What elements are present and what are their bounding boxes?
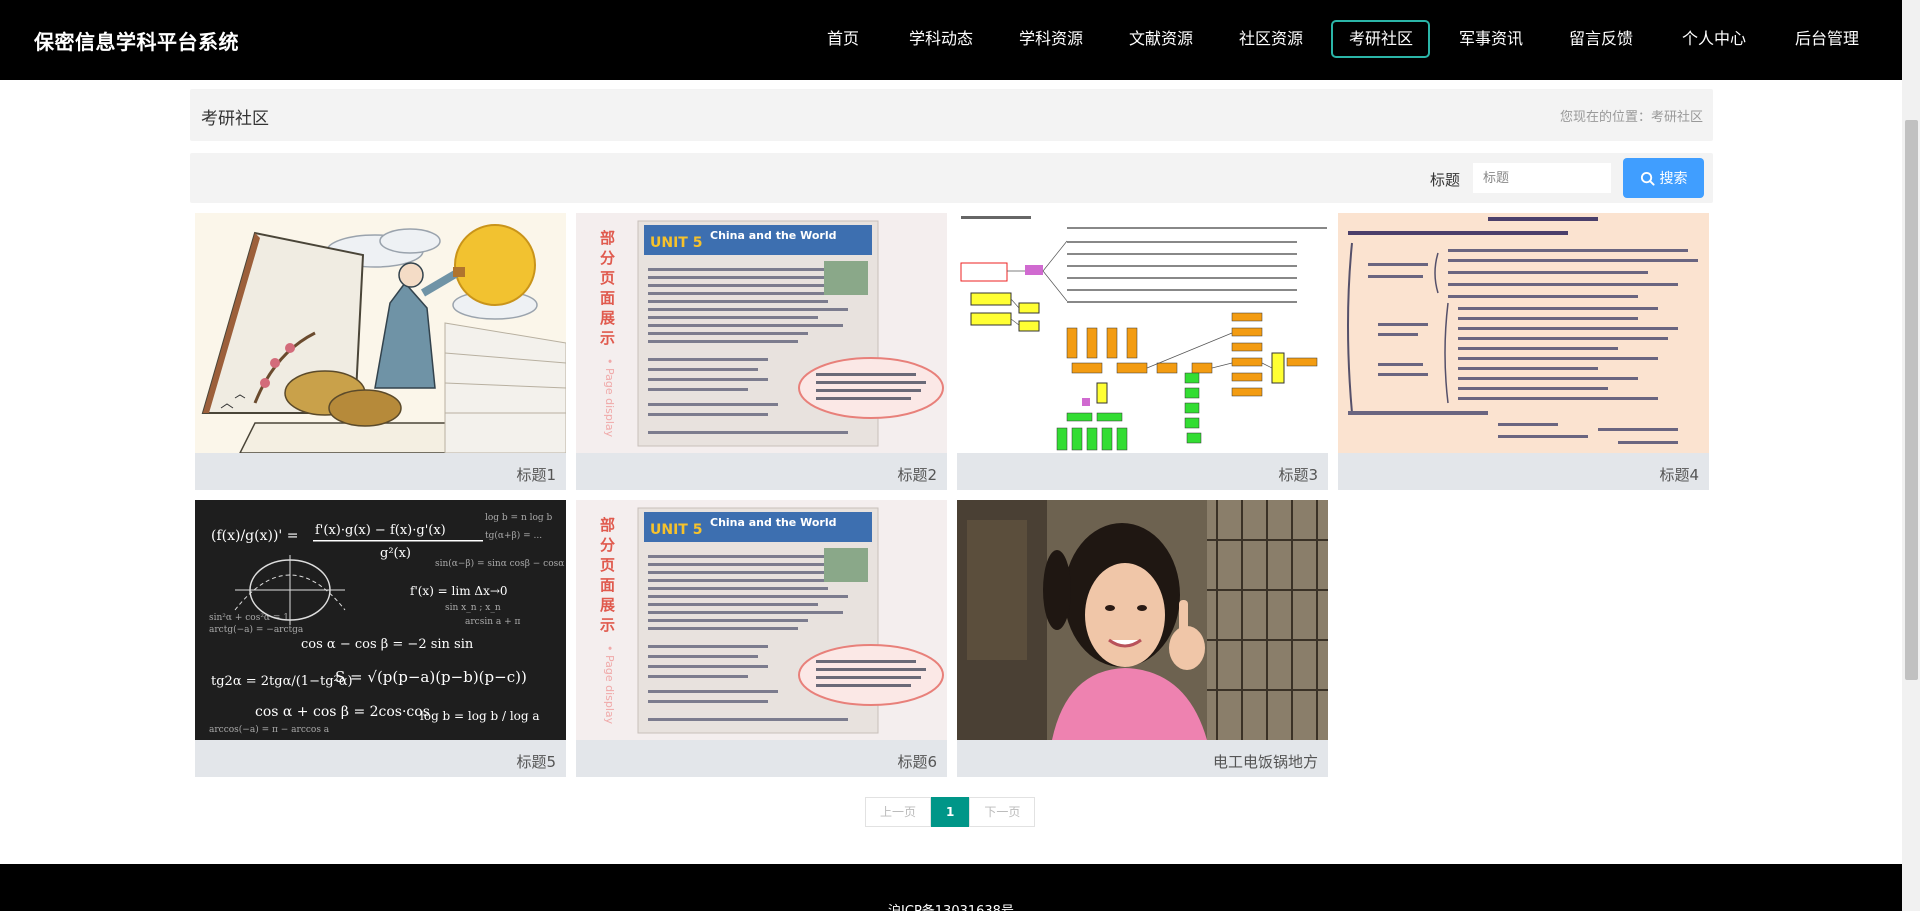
- card-item[interactable]: 标题3: [957, 213, 1328, 490]
- svg-text:cos α − cos β = −2 sin sin: cos α − cos β = −2 sin sin: [301, 637, 474, 652]
- svg-text:log b = log b / log a: log b = log b / log a: [420, 709, 540, 723]
- card-title: 标题6: [897, 753, 937, 771]
- svg-text:面: 面: [600, 576, 615, 594]
- nav-item-community-resources[interactable]: 社区资源: [1223, 20, 1319, 58]
- svg-text:arcsin a + π: arcsin a + π: [465, 617, 520, 627]
- nav-item-kaoyan-community[interactable]: 考研社区: [1331, 20, 1430, 58]
- card-item[interactable]: (f(x)/g(x))' = f'(x)·g(x) − f(x)·g'(x) g…: [195, 500, 566, 777]
- svg-text:展: 展: [600, 596, 615, 614]
- svg-text:UNIT 5: UNIT 5: [650, 235, 702, 251]
- card-title: 标题4: [1659, 466, 1699, 484]
- svg-text:示: 示: [600, 329, 615, 347]
- nav-item-home[interactable]: 首页: [811, 20, 875, 58]
- card-thumbnail: 部分页 面展示 • Page display UNIT 5 China and …: [576, 213, 947, 453]
- svg-text:• Page display: • Page display: [603, 645, 616, 725]
- search-bar: 标题 搜索: [190, 153, 1713, 203]
- card-thumbnail: [1338, 213, 1709, 453]
- nav-item-subject-news[interactable]: 学科动态: [893, 20, 989, 58]
- card-item[interactable]: 标题4: [1338, 213, 1709, 490]
- nav-item-subject-resources[interactable]: 学科资源: [1003, 20, 1099, 58]
- svg-text:sin(α−β) = sinα cosβ − cosα si: sin(α−β) = sinα cosβ − cosα sinβ: [435, 558, 566, 569]
- card-thumbnail: [957, 500, 1328, 740]
- breadcrumb: 您现在的位置：考研社区: [1559, 110, 1703, 125]
- svg-text:arctg(−a) = −arctga: arctg(−a) = −arctga: [209, 624, 304, 635]
- svg-text:log b = n log b: log b = n log b: [485, 513, 553, 523]
- card-thumbnail: 部分页 面展示 • Page display UNIT 5 China and …: [576, 500, 947, 740]
- search-input[interactable]: [1472, 162, 1612, 194]
- page-scrollbar[interactable]: [1902, 0, 1920, 911]
- svg-text:UNIT 5: UNIT 5: [650, 522, 702, 538]
- scrollbar-thumb[interactable]: [1905, 120, 1918, 680]
- card-item[interactable]: 标题1: [195, 213, 566, 490]
- main-nav: 首页 学科动态 学科资源 文献资源 社区资源 考研社区 军事资讯 留言反馈 个人…: [0, 0, 1902, 80]
- svg-text:S = √(p(p−a)(p−b)(p−c)): S = √(p(p−a)(p−b)(p−c)): [335, 668, 527, 686]
- svg-text:面: 面: [600, 289, 615, 307]
- card-title: 电工电饭锅地方: [1212, 753, 1318, 771]
- svg-text:cos α + cos β = 2cos·cos: cos α + cos β = 2cos·cos: [255, 704, 430, 720]
- card-title: 标题3: [1278, 466, 1318, 484]
- svg-text:sin x_n ; x_n: sin x_n ; x_n: [445, 603, 501, 613]
- card-thumbnail: [195, 213, 566, 453]
- card-title: 标题2: [897, 466, 937, 484]
- card-item[interactable]: 电工电饭锅地方: [957, 500, 1328, 777]
- search-label: 标题: [1430, 171, 1461, 189]
- nav-item-literature[interactable]: 文献资源: [1113, 20, 1209, 58]
- svg-text:展: 展: [600, 309, 615, 327]
- card-item[interactable]: 部分页 面展示 • Page display UNIT 5 China and …: [576, 500, 947, 777]
- search-button[interactable]: 搜索: [1623, 158, 1704, 198]
- svg-text:分: 分: [600, 536, 615, 554]
- svg-text:arccos(−a) = π − arccos a: arccos(−a) = π − arccos a: [209, 724, 330, 735]
- prev-page-button[interactable]: 上一页: [865, 797, 932, 827]
- page-1-button[interactable]: 1: [931, 797, 970, 827]
- nav-item-admin[interactable]: 后台管理: [1779, 20, 1875, 58]
- card-thumbnail: (f(x)/g(x))' = f'(x)·g(x) − f(x)·g'(x) g…: [195, 500, 566, 740]
- breadcrumb-bar: 考研社区 您现在的位置：考研社区: [190, 89, 1713, 141]
- next-page-button[interactable]: 下一页: [969, 797, 1036, 827]
- nav-item-military-news[interactable]: 军事资讯: [1443, 20, 1539, 58]
- svg-text:China and the World: China and the World: [710, 516, 836, 529]
- svg-text:f'(x)·g(x) − f(x)·g'(x): f'(x)·g(x) − f(x)·g'(x): [315, 523, 446, 538]
- search-icon: [1640, 171, 1655, 186]
- footer: 沪ICP备13031638号: [0, 864, 1902, 911]
- svg-text:tg2α = 2tgα/(1−tg²α): tg2α = 2tgα/(1−tg²α): [211, 674, 353, 689]
- nav-item-feedback[interactable]: 留言反馈: [1553, 20, 1649, 58]
- card-title: 标题1: [516, 466, 556, 484]
- svg-text:示: 示: [600, 616, 615, 634]
- svg-text:f'(x) = lim Δx→0: f'(x) = lim Δx→0: [410, 584, 508, 598]
- icp-record: 沪ICP备13031638号: [0, 900, 1902, 911]
- svg-text:China and the World: China and the World: [710, 229, 836, 242]
- card-title: 标题5: [516, 753, 556, 771]
- svg-text:部: 部: [600, 516, 615, 534]
- page-title: 考研社区: [201, 109, 269, 129]
- svg-text:• Page display: • Page display: [603, 358, 616, 438]
- svg-text:部: 部: [600, 229, 615, 247]
- nav-item-user-center[interactable]: 个人中心: [1666, 20, 1762, 58]
- pagination: 上一页 1 下一页: [865, 797, 1036, 827]
- svg-text:(f(x)/g(x))' =: (f(x)/g(x))' =: [211, 528, 298, 544]
- svg-text:tg(α+β) = ...: tg(α+β) = ...: [485, 530, 542, 541]
- card-thumbnail: [957, 213, 1328, 453]
- search-button-label: 搜索: [1659, 171, 1688, 187]
- card-item[interactable]: 部分页 面展示 • Page display UNIT 5 China and …: [576, 213, 947, 490]
- top-navbar: 保密信息学科平台系统 首页 学科动态 学科资源 文献资源 社区资源 考研社区 军…: [0, 0, 1902, 80]
- svg-text:g²(x): g²(x): [380, 546, 411, 561]
- svg-text:分: 分: [600, 249, 615, 267]
- svg-text:页: 页: [600, 556, 615, 574]
- svg-text:页: 页: [600, 269, 615, 287]
